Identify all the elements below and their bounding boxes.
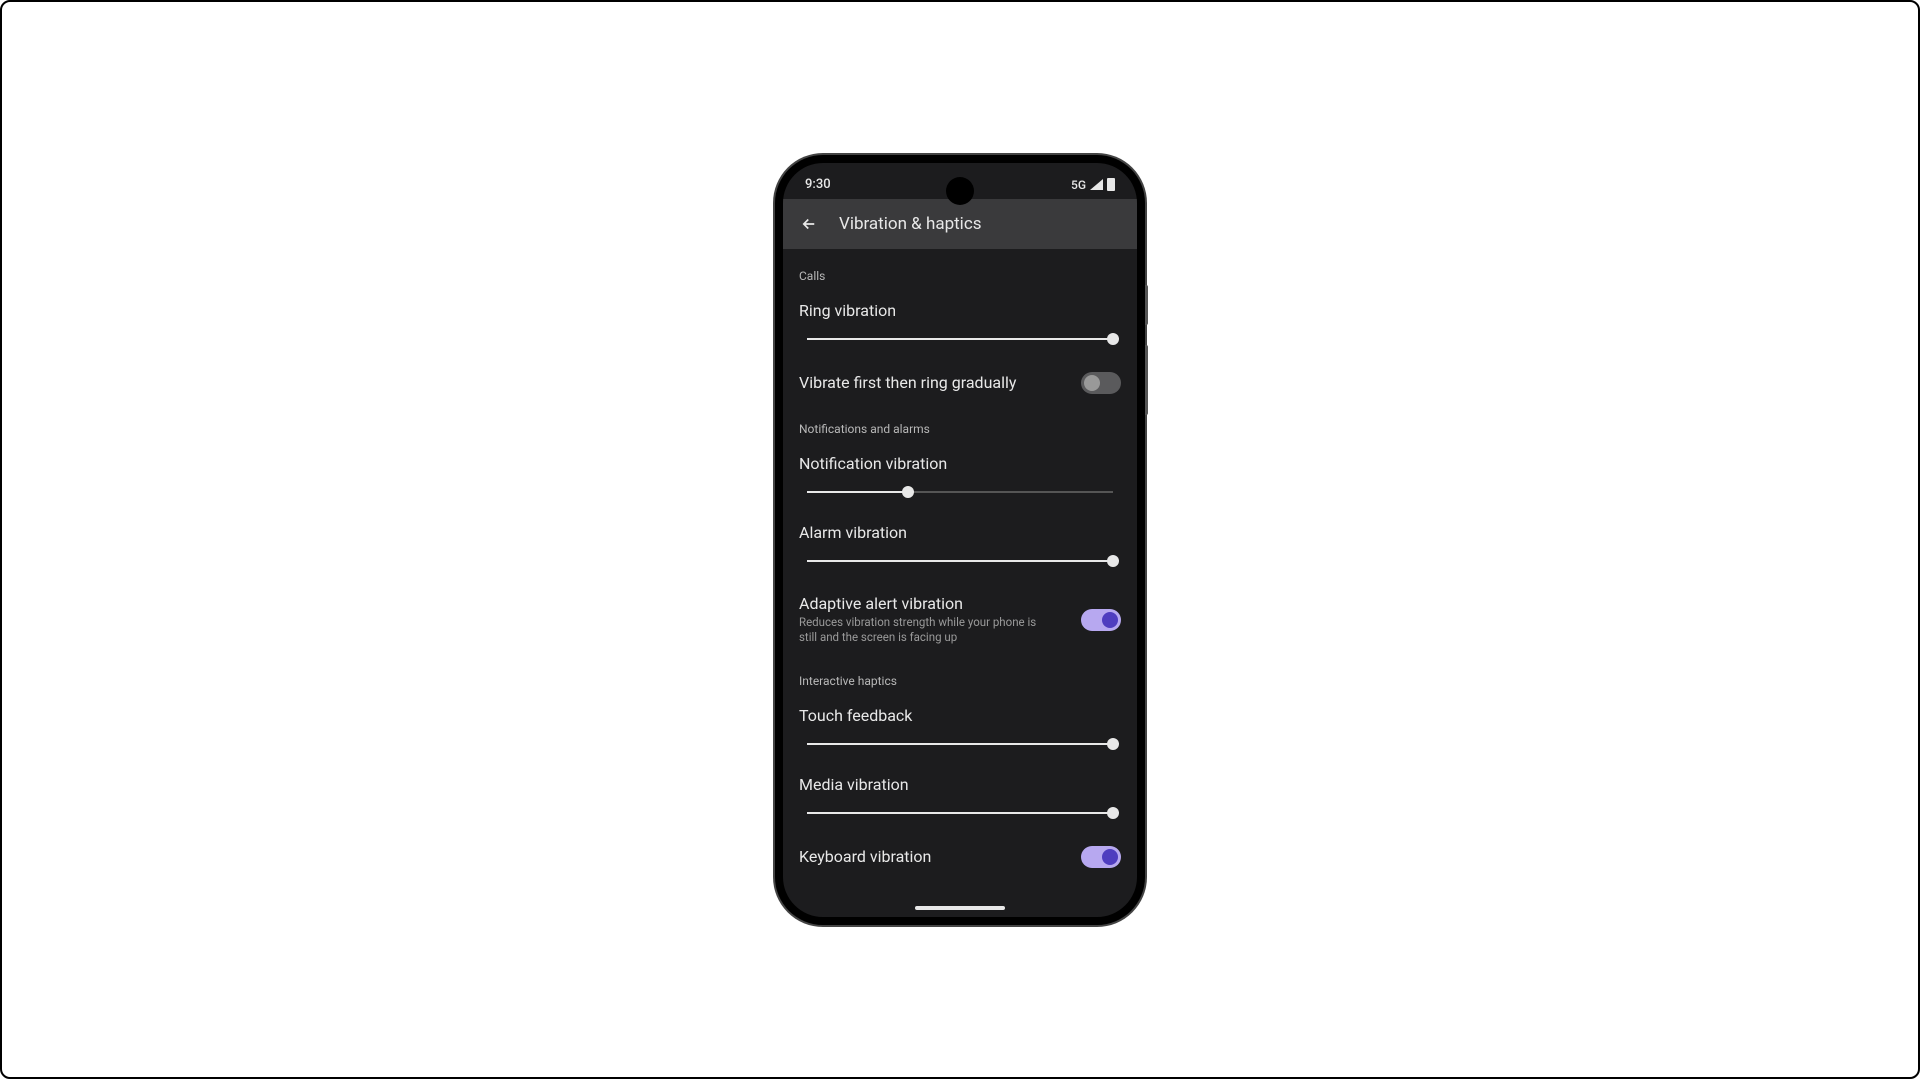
- media-vibration-label: Media vibration: [799, 775, 1121, 794]
- arrow-left-icon: [800, 215, 818, 233]
- phone-frame: 9:30 5G Vibration & haptics Calls Ring v…: [775, 155, 1145, 925]
- vibrate-first-row[interactable]: Vibrate first then ring gradually: [799, 360, 1121, 406]
- volume-button: [1145, 285, 1148, 325]
- keyboard-vibration-label: Keyboard vibration: [799, 847, 1069, 866]
- alarm-vibration-slider[interactable]: [807, 556, 1113, 566]
- alarm-vibration-row: Alarm vibration: [799, 513, 1121, 582]
- section-header-calls: Calls: [799, 253, 1121, 291]
- adaptive-alert-toggle[interactable]: [1081, 609, 1121, 631]
- adaptive-alert-row[interactable]: Adaptive alert vibration Reduces vibrati…: [799, 582, 1121, 658]
- ring-vibration-row: Ring vibration: [799, 291, 1121, 360]
- signal-icon: [1090, 179, 1103, 190]
- touch-feedback-slider[interactable]: [807, 739, 1113, 749]
- back-button[interactable]: [799, 214, 819, 234]
- battery-icon: [1107, 178, 1115, 191]
- media-vibration-row: Media vibration: [799, 765, 1121, 834]
- notification-vibration-slider[interactable]: [807, 487, 1113, 497]
- phone-screen: 9:30 5G Vibration & haptics Calls Ring v…: [783, 163, 1137, 917]
- camera-notch: [946, 177, 974, 205]
- adaptive-alert-description: Reduces vibration strength while your ph…: [799, 615, 1049, 646]
- touch-feedback-label: Touch feedback: [799, 706, 1121, 725]
- notification-vibration-row: Notification vibration: [799, 444, 1121, 513]
- section-header-interactive: Interactive haptics: [799, 658, 1121, 696]
- media-vibration-slider[interactable]: [807, 808, 1113, 818]
- app-bar: Vibration & haptics: [783, 199, 1137, 249]
- ring-vibration-slider[interactable]: [807, 334, 1113, 344]
- adaptive-alert-label: Adaptive alert vibration: [799, 594, 1069, 613]
- settings-content: Calls Ring vibration Vibrate first then …: [783, 249, 1137, 880]
- status-time: 9:30: [805, 177, 831, 192]
- touch-feedback-row: Touch feedback: [799, 696, 1121, 765]
- section-header-notifications: Notifications and alarms: [799, 406, 1121, 444]
- vibrate-first-label: Vibrate first then ring gradually: [799, 373, 1069, 392]
- navigation-bar-handle[interactable]: [915, 906, 1005, 910]
- ring-vibration-label: Ring vibration: [799, 301, 1121, 320]
- notification-vibration-label: Notification vibration: [799, 454, 1121, 473]
- keyboard-vibration-toggle[interactable]: [1081, 846, 1121, 868]
- vibrate-first-toggle[interactable]: [1081, 372, 1121, 394]
- page-title: Vibration & haptics: [839, 214, 982, 234]
- keyboard-vibration-row[interactable]: Keyboard vibration: [799, 834, 1121, 880]
- power-button: [1145, 345, 1148, 415]
- network-label: 5G: [1071, 178, 1086, 192]
- alarm-vibration-label: Alarm vibration: [799, 523, 1121, 542]
